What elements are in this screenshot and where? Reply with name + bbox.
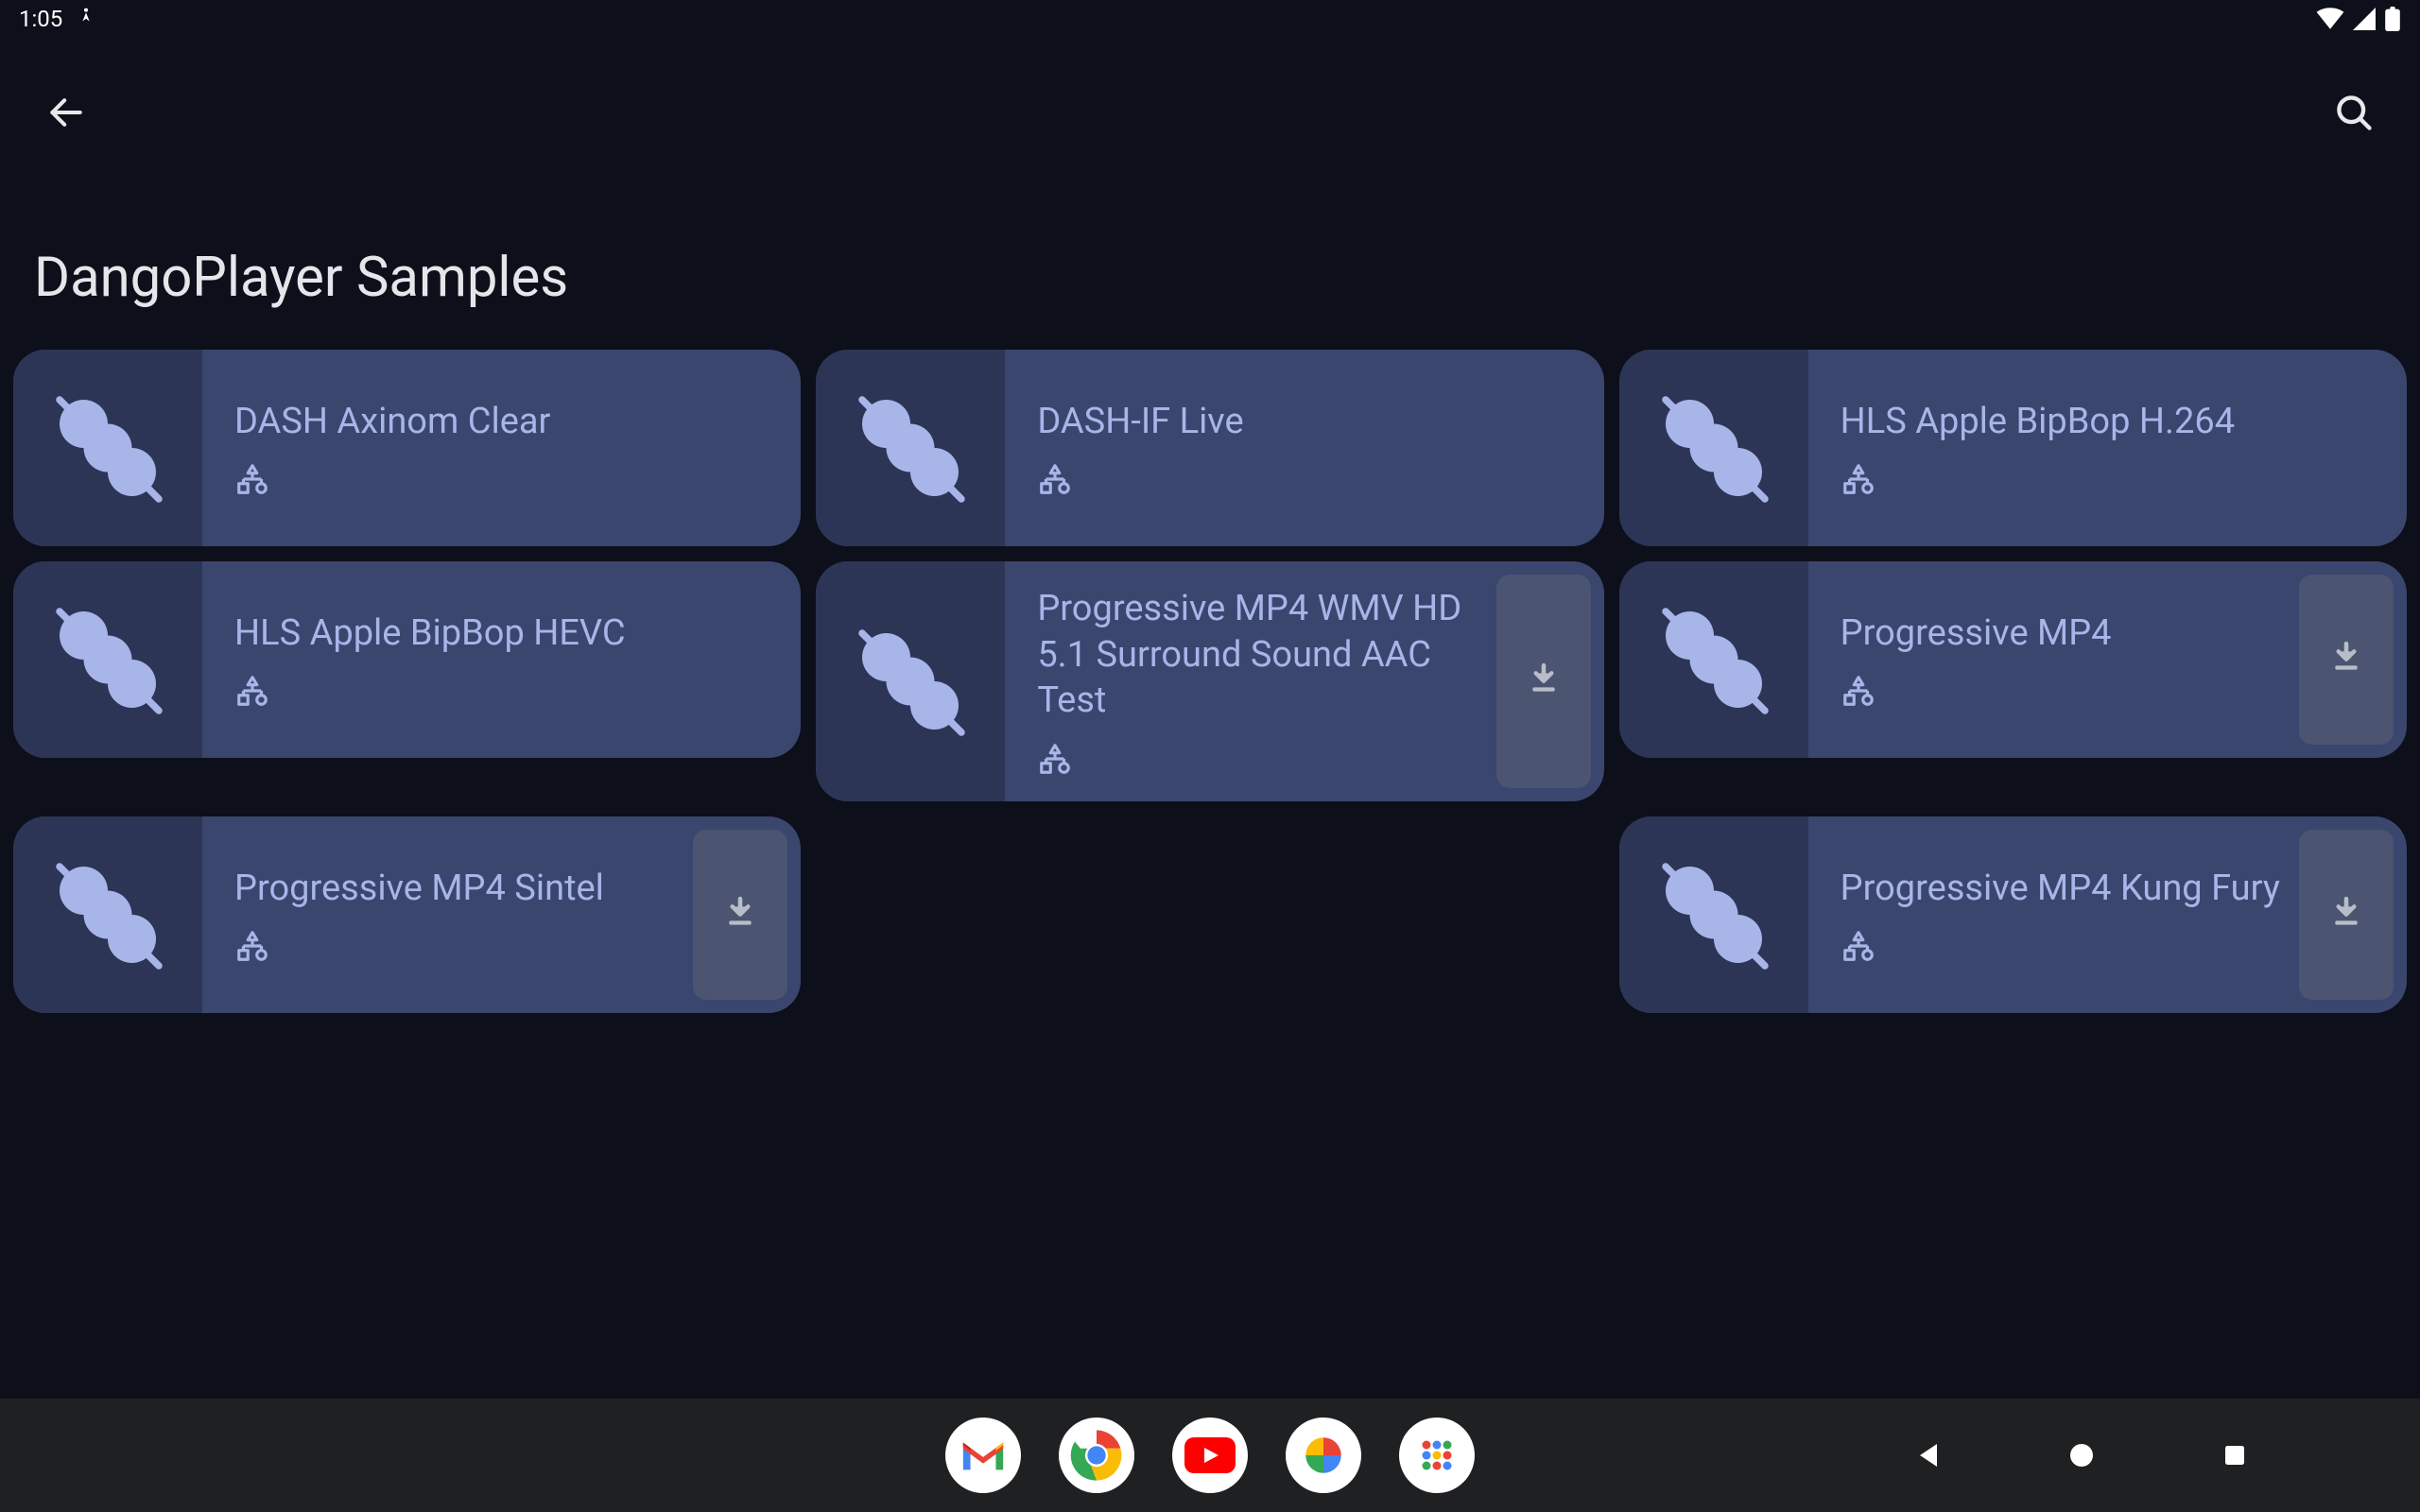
card-body: Progressive MP4: [1808, 561, 2299, 758]
card-title: Progressive MP4 Sintel: [234, 866, 683, 912]
download-icon: [721, 894, 759, 936]
sample-grid: DASH Axinom Clear DASH-IF Live HLS Apple…: [13, 350, 2407, 1013]
card-body: Progressive MP4 Sintel: [202, 816, 693, 1013]
location-icon: [76, 6, 96, 32]
sample-card[interactable]: Progressive MP4 Sintel: [13, 816, 801, 1013]
dango-icon: [1619, 816, 1808, 1013]
status-bar: 1:05: [0, 0, 2420, 38]
dango-icon: [816, 561, 1005, 801]
nav-back-button[interactable]: [1904, 1431, 1953, 1480]
dango-icon: [1619, 561, 1808, 758]
sample-card[interactable]: HLS Apple BipBop H.264: [1619, 350, 2407, 546]
android-nav-bar: [0, 1399, 2420, 1512]
sample-card[interactable]: DASH Axinom Clear: [13, 350, 801, 546]
favorites-tray: [945, 1418, 1475, 1493]
category-icon: [1037, 461, 1594, 497]
card-body: Progressive MP4 WMV HD 5.1 Surround Soun…: [1005, 561, 1495, 801]
download-icon: [2327, 894, 2365, 936]
dango-icon: [13, 816, 202, 1013]
category-icon: [234, 928, 683, 964]
sample-card[interactable]: Progressive MP4 Kung Fury: [1619, 816, 2407, 1013]
download-button[interactable]: [2299, 830, 2394, 1000]
download-button[interactable]: [1496, 575, 1591, 788]
dango-icon: [13, 350, 202, 546]
dango-icon: [1619, 350, 1808, 546]
category-icon: [1037, 741, 1486, 777]
action-bar: [0, 76, 2420, 151]
sample-card[interactable]: Progressive MP4: [1619, 561, 2407, 758]
cell-signal-icon: [2352, 8, 2377, 30]
card-title: DASH-IF Live: [1037, 399, 1594, 445]
dango-icon: [816, 350, 1005, 546]
card-body: HLS Apple BipBop H.264: [1808, 350, 2407, 546]
sample-card[interactable]: Progressive MP4 WMV HD 5.1 Surround Soun…: [816, 561, 1603, 801]
card-body: DASH Axinom Clear: [202, 350, 801, 546]
category-icon: [234, 673, 791, 709]
card-body: DASH-IF Live: [1005, 350, 1603, 546]
wifi-icon: [2316, 8, 2344, 30]
sample-card[interactable]: HLS Apple BipBop HEVC: [13, 561, 801, 758]
card-title: DASH Axinom Clear: [234, 399, 791, 445]
search-icon: [2333, 92, 2375, 136]
arrow-back-icon: [45, 92, 87, 136]
dango-icon: [13, 561, 202, 758]
download-button[interactable]: [693, 830, 787, 1000]
chrome-app-icon[interactable]: [1059, 1418, 1134, 1493]
youtube-app-icon[interactable]: [1172, 1418, 1248, 1493]
photos-app-icon[interactable]: [1286, 1418, 1361, 1493]
category-icon: [1841, 673, 2290, 709]
download-button[interactable]: [2299, 575, 2394, 745]
card-title: Progressive MP4: [1841, 610, 2290, 657]
nav-recents-button[interactable]: [2210, 1431, 2259, 1480]
back-button[interactable]: [38, 85, 95, 142]
status-clock: 1:05: [19, 6, 62, 32]
card-title: HLS Apple BipBop H.264: [1841, 399, 2397, 445]
card-title: HLS Apple BipBop HEVC: [234, 610, 791, 657]
card-body: Progressive MP4 Kung Fury: [1808, 816, 2299, 1013]
app-drawer-icon[interactable]: [1399, 1418, 1475, 1493]
gmail-app-icon[interactable]: [945, 1418, 1021, 1493]
card-body: HLS Apple BipBop HEVC: [202, 561, 801, 758]
nav-home-button[interactable]: [2057, 1431, 2106, 1480]
search-button[interactable]: [2325, 85, 2382, 142]
sample-card[interactable]: DASH-IF Live: [816, 350, 1603, 546]
category-icon: [1841, 928, 2290, 964]
page-title: DangoPlayer Samples: [34, 246, 568, 310]
battery-icon: [2384, 7, 2401, 31]
card-title: Progressive MP4 WMV HD 5.1 Surround Soun…: [1037, 586, 1486, 724]
card-title: Progressive MP4 Kung Fury: [1841, 866, 2290, 912]
category-icon: [234, 461, 791, 497]
download-icon: [1525, 661, 1563, 702]
category-icon: [1841, 461, 2397, 497]
download-icon: [2327, 639, 2365, 680]
